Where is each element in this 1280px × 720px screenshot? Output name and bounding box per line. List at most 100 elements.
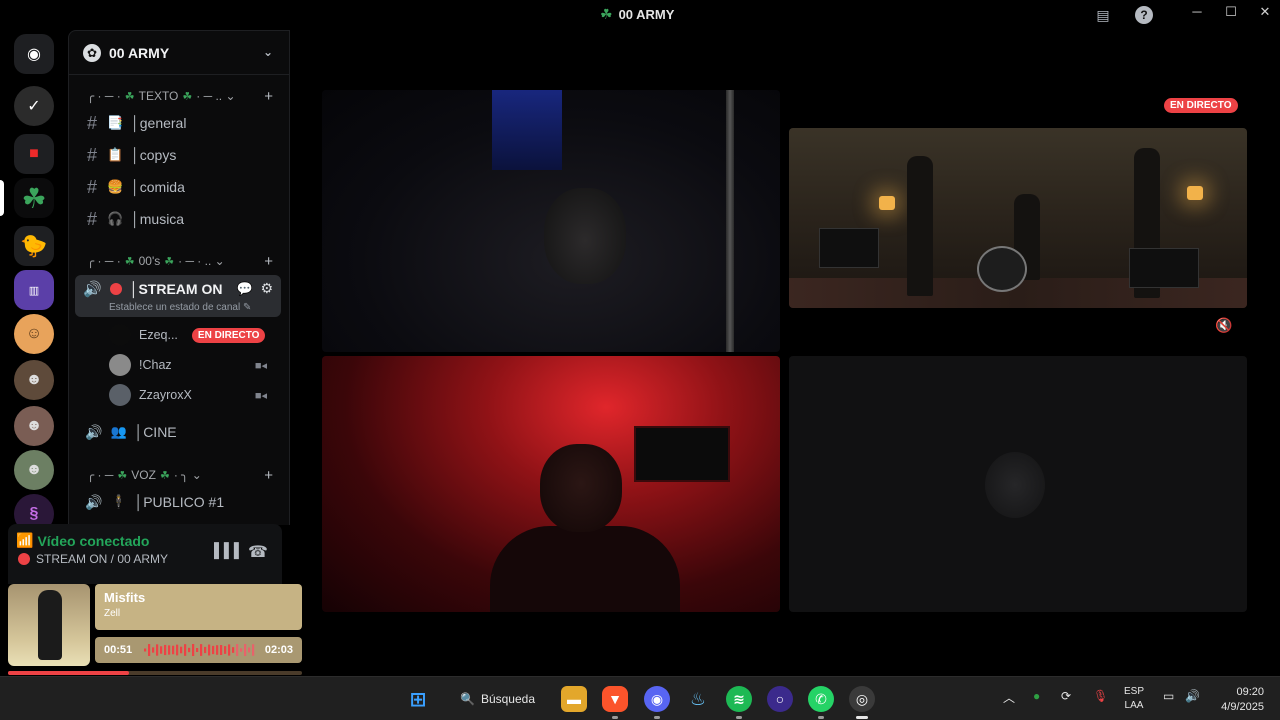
lang-line-1: ESP xyxy=(1124,686,1145,697)
add-channel-icon[interactable]: + xyxy=(264,253,273,270)
search-label: Búsqueda xyxy=(480,692,535,706)
video-tile-user-2[interactable] xyxy=(322,356,780,612)
input-language[interactable]: ESP LAA xyxy=(1124,685,1144,713)
channel-label-text: comida xyxy=(139,179,185,195)
muted-speaker-icon[interactable]: 🔇 xyxy=(1215,317,1232,334)
add-channel-icon[interactable]: + xyxy=(264,88,273,105)
channel-label-text: copys xyxy=(139,147,177,163)
waveform-bar xyxy=(156,644,159,656)
maximize-button[interactable]: ☐ xyxy=(1219,4,1243,20)
waveform-bar xyxy=(144,648,147,652)
server-banner-icon[interactable]: ▥ xyxy=(14,270,54,310)
waveform-bar xyxy=(160,646,163,654)
voice-user-row[interactable]: !Chaz ■◂ xyxy=(109,353,279,377)
running-indicator xyxy=(654,716,660,719)
voice-channel-publico[interactable]: 🔊 🕴 │PUBLICO #1 xyxy=(85,488,281,516)
voice-channel-stream-on[interactable]: 🔊 │STREAM ON 💬 ⚙ Establece un estado de … xyxy=(75,275,281,317)
tray-app-icon[interactable]: ● xyxy=(1033,689,1040,703)
taskbar-search[interactable]: 🔍 Búsqueda xyxy=(452,686,548,712)
clock-time: 09:20 xyxy=(1236,686,1264,698)
chevron-down-icon[interactable]: ⌄ xyxy=(263,45,273,59)
spotify-icon[interactable]: ≋ xyxy=(726,686,752,712)
sync-icon[interactable]: ⟳ xyxy=(1061,689,1071,703)
disconnect-icon[interactable]: ☎ xyxy=(248,542,268,562)
waveform-bar xyxy=(236,644,239,656)
current-time: 00:51 xyxy=(104,644,133,656)
server-rail: ◉ ✓ ■ ☘ 🐤 ▥ ☺ ☻ ☻ ☻ § xyxy=(0,30,68,534)
channel-status-hint[interactable]: Establece un estado de canal ✎ xyxy=(109,302,251,313)
signal-icon: 📶 xyxy=(16,532,34,548)
window-title-text: 00 ARMY xyxy=(618,7,675,22)
gear-icon[interactable]: ⚙ xyxy=(260,280,273,297)
server-avatar-icon-1[interactable]: ☺ xyxy=(14,314,54,354)
category-texto[interactable]: ╭ · ─ · ☘ TEXTO ☘ · ─ .. ⌄ + xyxy=(87,88,273,105)
voice-channel-cine[interactable]: 🔊 👥 │CINE xyxy=(85,418,281,446)
discord-home-icon[interactable]: ◉ xyxy=(14,34,54,74)
app-purple-icon[interactable]: ○ xyxy=(767,686,793,712)
server-badge-icon: ✿ xyxy=(83,43,101,62)
brave-browser-icon[interactable]: ▼ xyxy=(602,686,628,712)
waveform-bar xyxy=(200,644,203,656)
chevron-up-icon[interactable]: ︿ xyxy=(1003,689,1015,706)
file-explorer-icon[interactable]: ▬ xyxy=(561,686,587,712)
steam-icon[interactable]: ♨ xyxy=(685,686,711,712)
chat-bubble-icon[interactable]: 💬 xyxy=(237,281,253,297)
noise-suppression-icon[interactable]: ▌▌▌ xyxy=(214,542,244,558)
playback-bar[interactable]: 00:51 02:03 xyxy=(95,637,302,663)
category-voz-label: VOZ xyxy=(131,468,156,482)
voice-user-row[interactable]: ZzayroxX ■◂ xyxy=(109,383,279,407)
clover-icon: ☘ xyxy=(124,90,135,103)
obs-icon[interactable]: ◎ xyxy=(849,686,875,712)
help-button[interactable]: ? xyxy=(1134,5,1154,25)
waveform[interactable] xyxy=(144,643,256,657)
media-progress-track[interactable] xyxy=(8,671,302,675)
clover-icon: ☘ xyxy=(164,255,175,268)
server-chick-icon[interactable]: 🐤 xyxy=(14,226,54,266)
voice-status[interactable]: 📶 Vídeo conectado xyxy=(16,532,149,549)
server-clover-icon[interactable]: ☘ xyxy=(14,178,54,218)
network-icon[interactable]: ▭ xyxy=(1163,689,1174,703)
stream-amp xyxy=(1129,248,1199,288)
minimize-button[interactable]: ─ xyxy=(1185,4,1209,19)
video-tile-user-3[interactable] xyxy=(789,356,1247,612)
waveform-bar xyxy=(248,647,251,653)
server-red-icon[interactable]: ■ xyxy=(14,134,54,174)
stream-drum xyxy=(977,246,1027,292)
channel-status-hint-text: Establece un estado de canal xyxy=(109,302,241,313)
channel-musica[interactable]: # 🎧 │musica xyxy=(85,205,281,233)
active-indicator xyxy=(856,716,868,719)
category-00s[interactable]: ╭ · ─ · ☘ 00's ☘ · ─ · .. ⌄ + xyxy=(87,253,273,270)
system-clock[interactable]: 09:20 4/9/2025 xyxy=(1208,685,1264,715)
windows-start-icon[interactable]: ⊞ xyxy=(405,686,431,712)
category-voz[interactable]: ╭ · ─ ☘ VOZ ☘ · ╮ ⌄ + xyxy=(87,467,273,484)
channel-general[interactable]: # 📑 │general xyxy=(85,109,281,137)
video-tile-user-1[interactable] xyxy=(322,90,780,352)
album-figure xyxy=(38,590,62,660)
waveform-bar xyxy=(244,644,247,656)
discord-taskbar-icon[interactable]: ◉ xyxy=(644,686,670,712)
volume-icon[interactable]: 🔊 xyxy=(1185,689,1200,703)
microphone-icon[interactable]: 🎙 xyxy=(1093,689,1108,703)
voice-status-text: Vídeo conectado xyxy=(37,532,150,549)
now-playing-card[interactable]: Misfits Zell xyxy=(95,584,302,630)
voice-channel-link[interactable]: STREAM ON / 00 ARMY xyxy=(18,552,168,566)
channel-copys[interactable]: # 📋 │copys xyxy=(85,141,281,169)
voice-user-row[interactable]: Ezeq... EN DIRECTO xyxy=(109,323,279,347)
channel-comida[interactable]: # 🍔 │comida xyxy=(85,173,281,201)
inbox-icon[interactable]: ▤ xyxy=(1093,5,1113,25)
whatsapp-icon[interactable]: ✆ xyxy=(808,686,834,712)
server-avatar-icon-4[interactable]: ☻ xyxy=(14,450,54,490)
close-button[interactable]: ✕ xyxy=(1253,4,1277,20)
server-avatar-icon-3[interactable]: ☻ xyxy=(14,406,54,446)
search-icon: 🔍 xyxy=(460,692,475,706)
add-channel-icon[interactable]: + xyxy=(264,467,273,484)
video-scene-tv xyxy=(634,426,730,482)
media-progress-fill xyxy=(8,671,129,675)
server-header[interactable]: ✿ 00 ARMY ⌄ xyxy=(69,31,289,75)
stream-tile[interactable] xyxy=(789,128,1247,308)
speaker-icon: 🔊 xyxy=(83,281,102,298)
voice-user-name: !Chaz xyxy=(139,358,172,372)
server-avatar-icon-2[interactable]: ☻ xyxy=(14,360,54,400)
help-icon: ? xyxy=(1135,6,1153,24)
server-nike-icon[interactable]: ✓ xyxy=(14,86,54,126)
